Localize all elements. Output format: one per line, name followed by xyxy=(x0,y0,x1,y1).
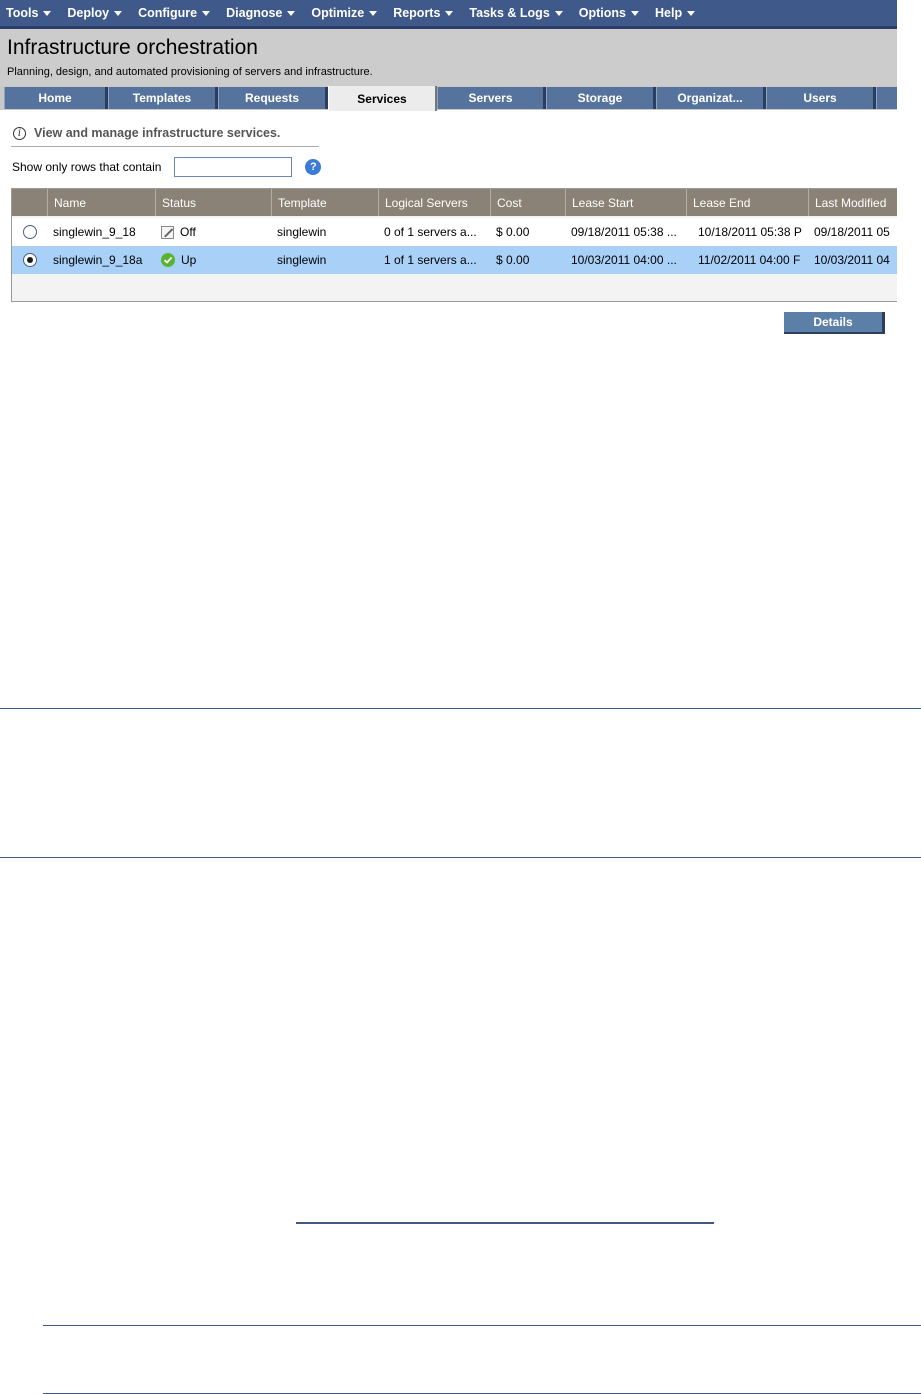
tab-organizations[interactable]: Organizat... xyxy=(656,87,766,109)
row-radio[interactable] xyxy=(23,225,37,239)
menu-tasks-logs[interactable]: Tasks & Logs xyxy=(461,6,570,20)
chevron-down-icon xyxy=(114,10,123,16)
table-row[interactable]: singlewin_9_18 Off singlewin 0 of 1 serv… xyxy=(12,218,897,246)
page-subtitle: Planning, design, and automated provisio… xyxy=(7,66,373,78)
cell-logical-servers: 1 of 1 servers a... xyxy=(384,253,477,267)
column-header-template[interactable]: Template xyxy=(271,189,378,216)
chevron-down-icon xyxy=(369,10,378,16)
menubar: Tools Deploy Configure Diagnose Optimize… xyxy=(0,0,897,26)
cell-status: Up xyxy=(155,246,271,274)
cell-name: singlewin_9_18 xyxy=(53,225,136,239)
cell-lease-end: 10/18/2011 05:38 P xyxy=(698,225,802,239)
up-check-icon xyxy=(161,253,175,267)
menu-reports[interactable]: Reports xyxy=(385,6,461,20)
column-header-status[interactable]: Status xyxy=(155,189,271,216)
tab-users[interactable]: Users xyxy=(766,87,876,109)
divider-rule xyxy=(0,857,921,858)
details-button[interactable]: Details xyxy=(784,312,885,334)
page-title: Infrastructure orchestration xyxy=(7,36,258,59)
table-header: Name Status Template Logical Servers Cos… xyxy=(12,189,897,216)
tab-overflow[interactable] xyxy=(876,87,897,109)
cell-cost: $ 0.00 xyxy=(496,225,530,239)
filter-label: Show only rows that contain xyxy=(12,160,162,174)
column-header-last-modified[interactable]: Last Modified xyxy=(808,189,897,216)
filter-row: Show only rows that contain ? xyxy=(12,156,322,178)
info-message: i View and manage infrastructure service… xyxy=(13,126,280,140)
chevron-down-icon xyxy=(202,10,211,16)
tab-templates[interactable]: Templates xyxy=(108,87,218,109)
cell-lease-end: 11/02/2011 04:00 F xyxy=(698,253,801,267)
chevron-down-icon xyxy=(43,10,52,16)
filter-input[interactable] xyxy=(174,157,293,177)
divider-rule xyxy=(0,708,921,709)
cell-name: singlewin_9_18a xyxy=(53,253,143,267)
menu-options[interactable]: Options xyxy=(571,6,647,20)
cell-template: singlewin xyxy=(277,225,327,239)
chevron-down-icon xyxy=(631,10,639,16)
info-text: View and manage infrastructure services. xyxy=(34,126,281,140)
cell-logical-servers: 0 of 1 servers a... xyxy=(384,225,477,239)
menu-deploy[interactable]: Deploy xyxy=(59,6,130,20)
menu-optimize[interactable]: Optimize xyxy=(303,6,385,20)
row-select-cell xyxy=(17,218,47,246)
divider-rule xyxy=(43,1325,921,1326)
row-select-cell xyxy=(17,246,47,274)
cell-template: singlewin xyxy=(277,253,327,267)
divider-rule xyxy=(296,1222,714,1224)
tab-storage[interactable]: Storage xyxy=(546,87,656,109)
services-table: Name Status Template Logical Servers Cos… xyxy=(11,188,897,302)
chevron-down-icon xyxy=(287,10,296,16)
column-header-logical-servers[interactable]: Logical Servers xyxy=(378,189,490,216)
chevron-down-icon xyxy=(445,10,454,16)
chevron-down-icon xyxy=(554,10,563,16)
divider xyxy=(11,146,319,147)
column-header-name[interactable]: Name xyxy=(47,189,155,216)
tab-home[interactable]: Home xyxy=(4,87,108,109)
tab-services[interactable]: Services xyxy=(328,86,437,111)
cell-last-modified: 09/18/2011 05 xyxy=(814,225,890,239)
menu-configure[interactable]: Configure xyxy=(130,6,218,20)
cell-lease-start: 10/03/2011 04:00 ... xyxy=(571,253,677,267)
column-header-cost[interactable]: Cost xyxy=(490,189,565,216)
menu-help[interactable]: Help xyxy=(647,6,703,20)
cell-cost: $ 0.00 xyxy=(496,253,530,267)
menu-diagnose[interactable]: Diagnose xyxy=(218,6,303,20)
menu-tools[interactable]: Tools xyxy=(0,6,59,20)
tab-servers[interactable]: Servers xyxy=(437,87,546,109)
info-icon: i xyxy=(13,126,26,140)
table-row-selected[interactable]: singlewin_9_18a Up singlewin 1 of 1 serv… xyxy=(12,246,897,274)
tab-bar: Home Templates Requests Services Servers… xyxy=(0,86,897,111)
cell-last-modified: 10/03/2011 04 xyxy=(814,253,890,267)
row-radio-checked[interactable] xyxy=(23,253,37,267)
chevron-down-icon xyxy=(687,10,696,16)
tab-requests[interactable]: Requests xyxy=(218,87,328,109)
page-header: Infrastructure orchestration Planning, d… xyxy=(0,26,897,86)
off-status-icon xyxy=(161,225,174,239)
column-header-lease-start[interactable]: Lease Start xyxy=(565,189,686,216)
help-icon[interactable]: ? xyxy=(305,159,322,175)
radio-dot xyxy=(27,257,33,263)
cell-status: Off xyxy=(155,218,271,246)
column-header-lease-end[interactable]: Lease End xyxy=(686,189,808,216)
cell-lease-start: 09/18/2011 05:38 ... xyxy=(571,225,677,239)
column-header-select xyxy=(12,189,47,216)
app-window: Tools Deploy Configure Diagnose Optimize… xyxy=(0,0,897,340)
